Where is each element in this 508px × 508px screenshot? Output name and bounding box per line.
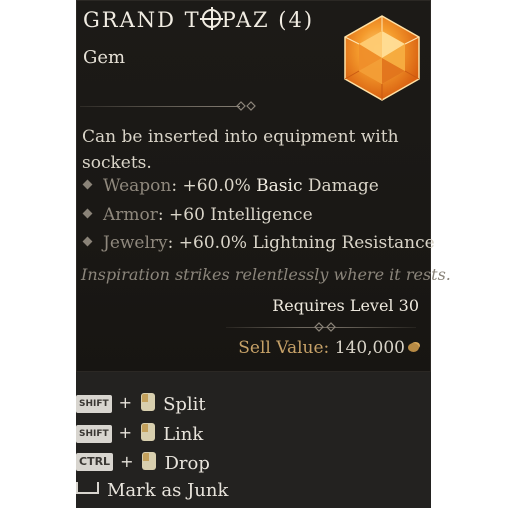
item-title-part1: GRAND T (83, 8, 201, 32)
mouse-left-click-icon (140, 451, 158, 471)
mouse-left-click-icon (139, 392, 157, 412)
effect-jewelry: Jewelry: +60.0% Lightning Resistance (82, 233, 435, 253)
action-mark-junk[interactable]: Mark as Junk (76, 480, 228, 506)
action-label: Link (163, 424, 204, 445)
topaz-o-glyph (199, 7, 223, 30)
item-title-part2: PAZ (4) (221, 8, 315, 32)
action-drop[interactable]: CTRL + Drop (76, 451, 210, 477)
effect-armor: Armor: +60 Intelligence (82, 205, 313, 225)
action-link[interactable]: SHIFT + Link (76, 422, 203, 448)
sell-value-amount: 140,000 (334, 338, 405, 358)
bullet-diamond-icon (82, 179, 93, 190)
shift-key-icon: SHIFT (76, 395, 112, 413)
plus-sign: + (120, 452, 134, 471)
item-description: Can be inserted into equipment with sock… (82, 127, 399, 173)
action-label: Mark as Junk (107, 480, 229, 501)
shift-key-icon: SHIFT (76, 425, 112, 443)
effect-highlight: Basic (256, 176, 303, 196)
plus-sign: + (118, 423, 133, 442)
bullet-diamond-icon (82, 236, 93, 247)
mouse-left-click-icon (139, 422, 157, 442)
ctrl-key-icon: CTRL (76, 453, 114, 471)
effect-text: : +60.0% Lightning Resistance (167, 233, 435, 253)
divider-ornament-icon (314, 322, 336, 332)
divider-bottom (226, 321, 426, 333)
effect-label: Armor (103, 205, 158, 225)
action-hints: SHIFT + Split SHIFT + Link CTRL + Drop Mark as… (76, 372, 431, 508)
action-split[interactable]: SHIFT + Split (76, 392, 206, 418)
effect-text: : +60.0% (171, 176, 257, 196)
effect-label: Jewelry (103, 233, 168, 253)
bullet-diamond-icon (82, 208, 93, 219)
effect-text: : +60 Intelligence (157, 205, 313, 225)
action-label: Drop (164, 453, 210, 474)
item-title: GRAND T PAZ (4) (83, 7, 315, 32)
divider-top (80, 100, 256, 112)
item-tooltip: GRAND T PAZ (4) Gem Can be inserted into… (76, 0, 451, 372)
topaz-gem-icon (344, 15, 420, 101)
plus-sign: + (118, 393, 133, 412)
action-label: Split (163, 394, 206, 415)
gold-coin-icon (408, 343, 419, 352)
item-flavor-text: Inspiration strikes relentlessly where i… (81, 265, 451, 284)
effect-label: Weapon (103, 176, 172, 196)
divider-ornament-icon (236, 101, 256, 111)
sell-value: Sell Value: 140,000 (238, 338, 419, 358)
spacebar-key-icon (76, 482, 99, 494)
level-requirement: Requires Level 30 (272, 296, 419, 315)
sell-value-label: Sell Value: (238, 338, 330, 358)
item-type: Gem (83, 47, 126, 68)
effect-text: Damage (302, 176, 379, 196)
effect-weapon: Weapon: +60.0% Basic Damage (82, 176, 379, 196)
